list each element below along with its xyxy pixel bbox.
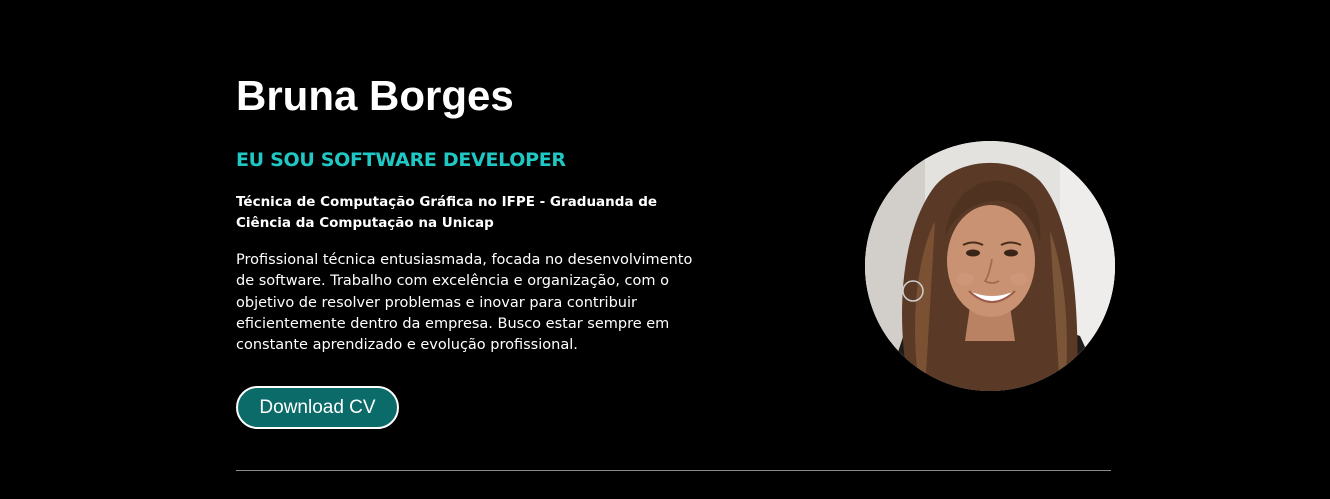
hero-section: Bruna Borges EU SOU SOFTWARE DEVELOPER T… xyxy=(0,0,1330,499)
profile-photo-icon xyxy=(865,141,1115,391)
profile-bio: Profissional técnica entusiasmada, focad… xyxy=(236,252,693,354)
profile-name: Bruna Borges xyxy=(236,72,514,119)
role-title: EU SOU SOFTWARE DEVELOPER xyxy=(236,149,566,171)
section-divider xyxy=(236,470,1111,471)
download-cv-button[interactable]: Download CV xyxy=(236,386,399,429)
profile-headline: Técnica de Computação Gráfica no IFPE - … xyxy=(236,194,658,231)
profile-avatar xyxy=(865,141,1115,391)
